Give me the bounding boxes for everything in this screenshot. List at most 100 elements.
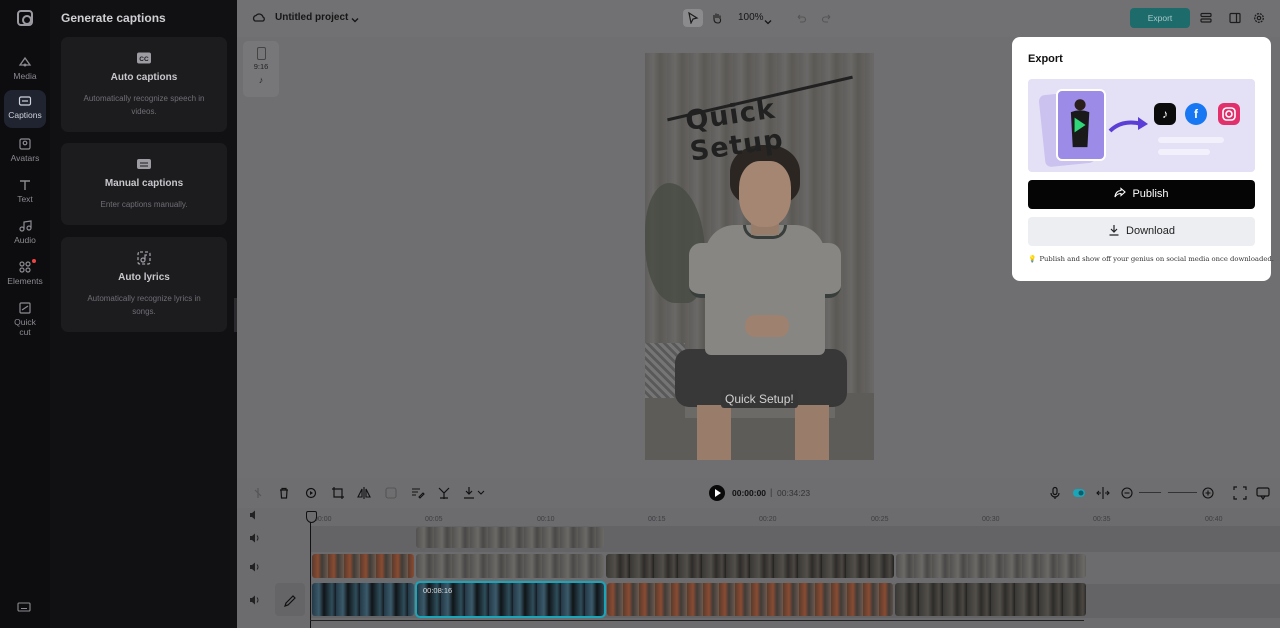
timeline-zoom-slider[interactable] bbox=[1139, 492, 1197, 493]
auto-captions-card[interactable]: CC Auto captions Automatically recognize… bbox=[61, 37, 227, 132]
snap-toggle-icon[interactable] bbox=[1072, 486, 1086, 500]
card-title: Auto captions bbox=[61, 72, 227, 83]
portrait-ratio-icon bbox=[257, 47, 266, 60]
card-title: Manual captions bbox=[61, 178, 227, 189]
panel-toggle-button[interactable] bbox=[1225, 9, 1245, 27]
fullscreen-icon[interactable] bbox=[1233, 486, 1247, 500]
select-tool-button[interactable] bbox=[683, 9, 703, 27]
mask-icon[interactable] bbox=[384, 486, 398, 500]
track-edit-button[interactable] bbox=[275, 583, 305, 616]
split-view-icon[interactable] bbox=[1096, 486, 1110, 500]
ruler-tick: 00:20 bbox=[759, 516, 777, 523]
card-desc: Enter captions manually. bbox=[61, 198, 227, 211]
ruler-tick: 00:10 bbox=[537, 516, 555, 523]
ruler-tick: 00:30 bbox=[982, 516, 1000, 523]
export-banner-illustration: ♪ f bbox=[1028, 79, 1255, 172]
timeline-clip[interactable] bbox=[416, 554, 604, 578]
redo-button[interactable] bbox=[817, 9, 837, 27]
zoom-level[interactable]: 100% bbox=[738, 12, 764, 23]
export-note-text: Publish and show off your genius on soci… bbox=[1039, 255, 1273, 263]
lightbulb-icon: 💡 bbox=[1028, 255, 1036, 263]
auto-lyrics-card[interactable]: Auto lyrics Automatically recognize lyri… bbox=[61, 237, 227, 332]
cloud-icon[interactable] bbox=[252, 11, 266, 25]
track-volume-icon[interactable] bbox=[249, 560, 261, 572]
top-bar: Untitled project 100% Export bbox=[237, 0, 1280, 37]
track-volume-icon[interactable] bbox=[249, 508, 261, 520]
export-popover-title: Export bbox=[1028, 53, 1063, 65]
settings-button[interactable] bbox=[1249, 9, 1269, 27]
export-button[interactable]: Export bbox=[1130, 8, 1190, 28]
chevron-down-icon[interactable] bbox=[764, 13, 772, 21]
timeline-clip[interactable] bbox=[895, 583, 1086, 616]
media-icon bbox=[18, 55, 32, 69]
keyboard-shortcuts-icon[interactable] bbox=[17, 600, 31, 614]
ruler-tick: 00:05 bbox=[425, 516, 443, 523]
download-icon bbox=[1108, 225, 1126, 237]
rail-item-captions[interactable]: Captions bbox=[4, 90, 46, 128]
undo-button[interactable] bbox=[791, 9, 811, 27]
rail-item-label: Elements bbox=[7, 276, 42, 286]
crop-icon[interactable] bbox=[331, 486, 345, 500]
track-volume-icon[interactable] bbox=[249, 593, 261, 605]
video-preview[interactable]: Quick Setup Quick Setup! bbox=[645, 53, 874, 460]
microphone-icon[interactable] bbox=[1048, 486, 1062, 500]
timeline[interactable]: 00:00 00:05 00:10 00:15 00:20 00:25 00:3… bbox=[237, 508, 1280, 628]
rail-item-elements[interactable]: Elements bbox=[4, 256, 46, 294]
timeline-scrollbar[interactable] bbox=[310, 620, 1084, 621]
feedback-icon[interactable] bbox=[1256, 486, 1270, 500]
timeline-clip[interactable] bbox=[896, 554, 1086, 578]
keyboard-icon bbox=[136, 157, 152, 171]
timeline-clip[interactable] bbox=[606, 554, 894, 578]
manual-captions-card[interactable]: Manual captions Enter captions manually. bbox=[61, 143, 227, 225]
replay-icon[interactable] bbox=[304, 486, 318, 500]
project-name[interactable]: Untitled project bbox=[275, 12, 348, 23]
export-popover: Export ♪ f Publish Download 💡Publish and… bbox=[1012, 37, 1271, 281]
flip-icon[interactable] bbox=[357, 486, 371, 500]
chevron-down-icon[interactable] bbox=[350, 12, 360, 22]
rail-item-media[interactable]: Media bbox=[4, 51, 46, 89]
hand-tool-button[interactable] bbox=[707, 9, 727, 27]
publish-label: Publish bbox=[1132, 188, 1168, 200]
captions-edit-icon[interactable] bbox=[411, 486, 425, 500]
time-separator: | bbox=[770, 487, 772, 497]
download-button[interactable]: Download bbox=[1028, 217, 1255, 246]
publish-button[interactable]: Publish bbox=[1028, 180, 1255, 209]
current-time: 00:00:00 bbox=[732, 488, 766, 498]
rail-item-audio[interactable]: Audio bbox=[4, 215, 46, 253]
trash-icon[interactable] bbox=[277, 486, 291, 500]
cursor-icon bbox=[683, 14, 703, 31]
play-button[interactable] bbox=[709, 485, 725, 501]
trim-icon[interactable] bbox=[437, 486, 451, 500]
card-desc: Automatically recognize speech in videos… bbox=[61, 92, 227, 118]
rail-item-label: Avatars bbox=[11, 153, 40, 163]
rail-item-avatars[interactable]: Avatars bbox=[4, 133, 46, 171]
timeline-clip[interactable] bbox=[416, 527, 604, 548]
timeline-clip[interactable] bbox=[607, 583, 893, 616]
cc-icon: CC bbox=[136, 51, 152, 65]
quick-cut-icon bbox=[18, 301, 32, 315]
timeline-clip[interactable] bbox=[312, 554, 414, 578]
facebook-icon: f bbox=[1185, 103, 1207, 125]
ruler-tick: 00:35 bbox=[1093, 516, 1111, 523]
timeline-zoom-knob[interactable] bbox=[1161, 489, 1168, 496]
zoom-out-icon[interactable] bbox=[1120, 486, 1134, 500]
captions-panel: Generate captions CC Auto captions Autom… bbox=[50, 0, 237, 628]
playhead[interactable] bbox=[310, 511, 311, 628]
track-volume-icon[interactable] bbox=[249, 531, 261, 543]
aspect-ratio-selector[interactable]: 9:16 ♪ bbox=[243, 41, 279, 97]
avatars-icon bbox=[18, 137, 32, 151]
text-icon bbox=[18, 178, 32, 192]
layers-button[interactable] bbox=[1196, 9, 1216, 27]
selected-timeline-clip[interactable]: 00:08:16 bbox=[417, 583, 604, 616]
split-icon[interactable] bbox=[251, 486, 265, 500]
banner-card-front bbox=[1056, 89, 1106, 161]
rail-item-text[interactable]: Text bbox=[4, 174, 46, 212]
ruler-tick: 00:40 bbox=[1205, 516, 1223, 523]
export-note: 💡Publish and show off your genius on soc… bbox=[1028, 255, 1258, 263]
timeline-clip[interactable] bbox=[312, 583, 414, 616]
zoom-in-icon[interactable] bbox=[1201, 486, 1215, 500]
download-menu-icon[interactable] bbox=[463, 486, 487, 500]
app-logo-icon[interactable] bbox=[17, 10, 33, 26]
rail-item-quick-cut[interactable]: Quick cut bbox=[4, 297, 46, 341]
preview-dim-overlay bbox=[645, 53, 874, 460]
